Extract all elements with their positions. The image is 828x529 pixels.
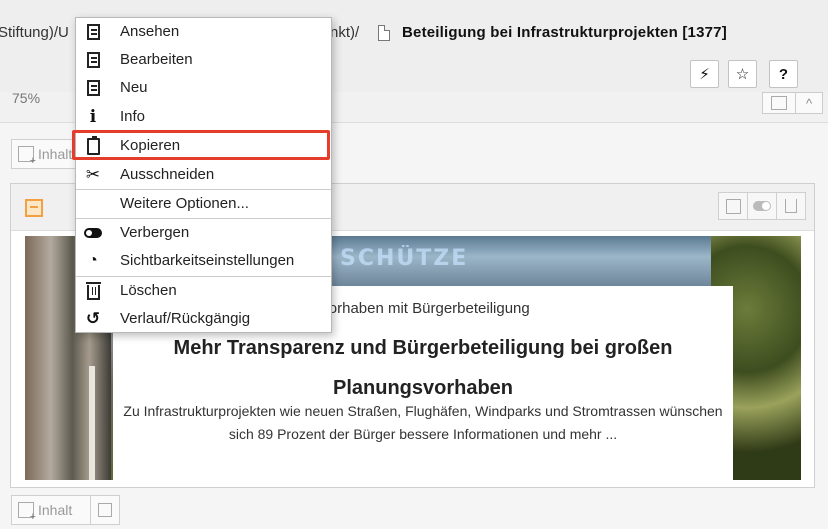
teaser-body: Zu Infrastrukturprojekten wie neuen Stra… [123,403,723,442]
menu-item-verlauf[interactable]: ↺ Verlauf/Rückgängig [76,305,331,333]
menu-item-info[interactable]: i Info [76,103,331,131]
toggle-icon [84,224,102,242]
add-content-label: Inhalt [38,146,73,162]
edit-icon [725,198,741,214]
trash-icon [84,282,102,300]
menu-item-bearbeiten[interactable]: Bearbeiten [76,46,331,74]
cut-icon: ✂ [85,165,101,184]
page-title: Beteiligung bei Infrastrukturprojekten [… [402,24,727,41]
flash-button[interactable]: ⚡ [690,60,719,88]
page-icon [378,25,390,41]
menu-item-ausschneiden[interactable]: ✂ Ausschneiden [76,161,331,189]
teaser-headline: Mehr Transparenz und Bürgerbeteiligung b… [173,337,673,399]
view-icon [84,23,102,41]
add-content-label: Inhalt [38,502,73,518]
breadcrumb-segment-mid[interactable]: nkt)/ [330,24,359,41]
history-icon: ↺ [85,309,101,328]
info-icon: i [89,107,97,127]
element-edit-button[interactable] [718,192,748,220]
add-content-icon [18,146,36,167]
image-pole [89,366,95,480]
visibility-settings-icon: ◔ [88,252,98,269]
element-toolbar [718,192,806,220]
edit-icon [84,51,102,69]
menu-item-ansehen[interactable]: Ansehen [76,18,331,46]
breadcrumb-segment-left[interactable]: Stiftung)/U [0,24,69,41]
toggle-icon [753,201,771,211]
menu-item-neu[interactable]: Neu [76,74,331,102]
paste-icon [98,503,112,517]
edit-column-button[interactable] [762,92,796,114]
new-icon [84,79,102,97]
collapse-button[interactable]: ^ [795,92,823,114]
menu-item-sichtbarkeitseinstellungen[interactable]: ◔ Sichtbarkeitseinstellungen [76,247,331,275]
bookmark-button[interactable]: ☆ [728,60,757,88]
trash-icon [785,199,797,213]
element-delete-button[interactable] [776,192,806,220]
highlight-kopieren [72,130,330,160]
edit-icon [771,96,787,110]
graffiti-text: SCHÜTZE [340,246,469,271]
content-type-icon[interactable] [25,199,43,217]
add-content-icon [18,502,36,523]
add-content-button-bottom[interactable]: Inhalt [11,495,91,525]
element-hide-button[interactable] [747,192,777,220]
context-menu: Ansehen Bearbeiten Neu i Info Kopieren ✂… [75,17,332,333]
help-button[interactable]: ? [769,60,798,88]
zoom-level: 75% [12,90,41,106]
menu-item-verbergen[interactable]: Verbergen [76,219,331,247]
paste-content-button[interactable] [90,495,120,525]
menu-item-loeschen[interactable]: Löschen [76,277,331,305]
menu-item-weitere-optionen[interactable]: Weitere Optionen... [76,190,331,218]
